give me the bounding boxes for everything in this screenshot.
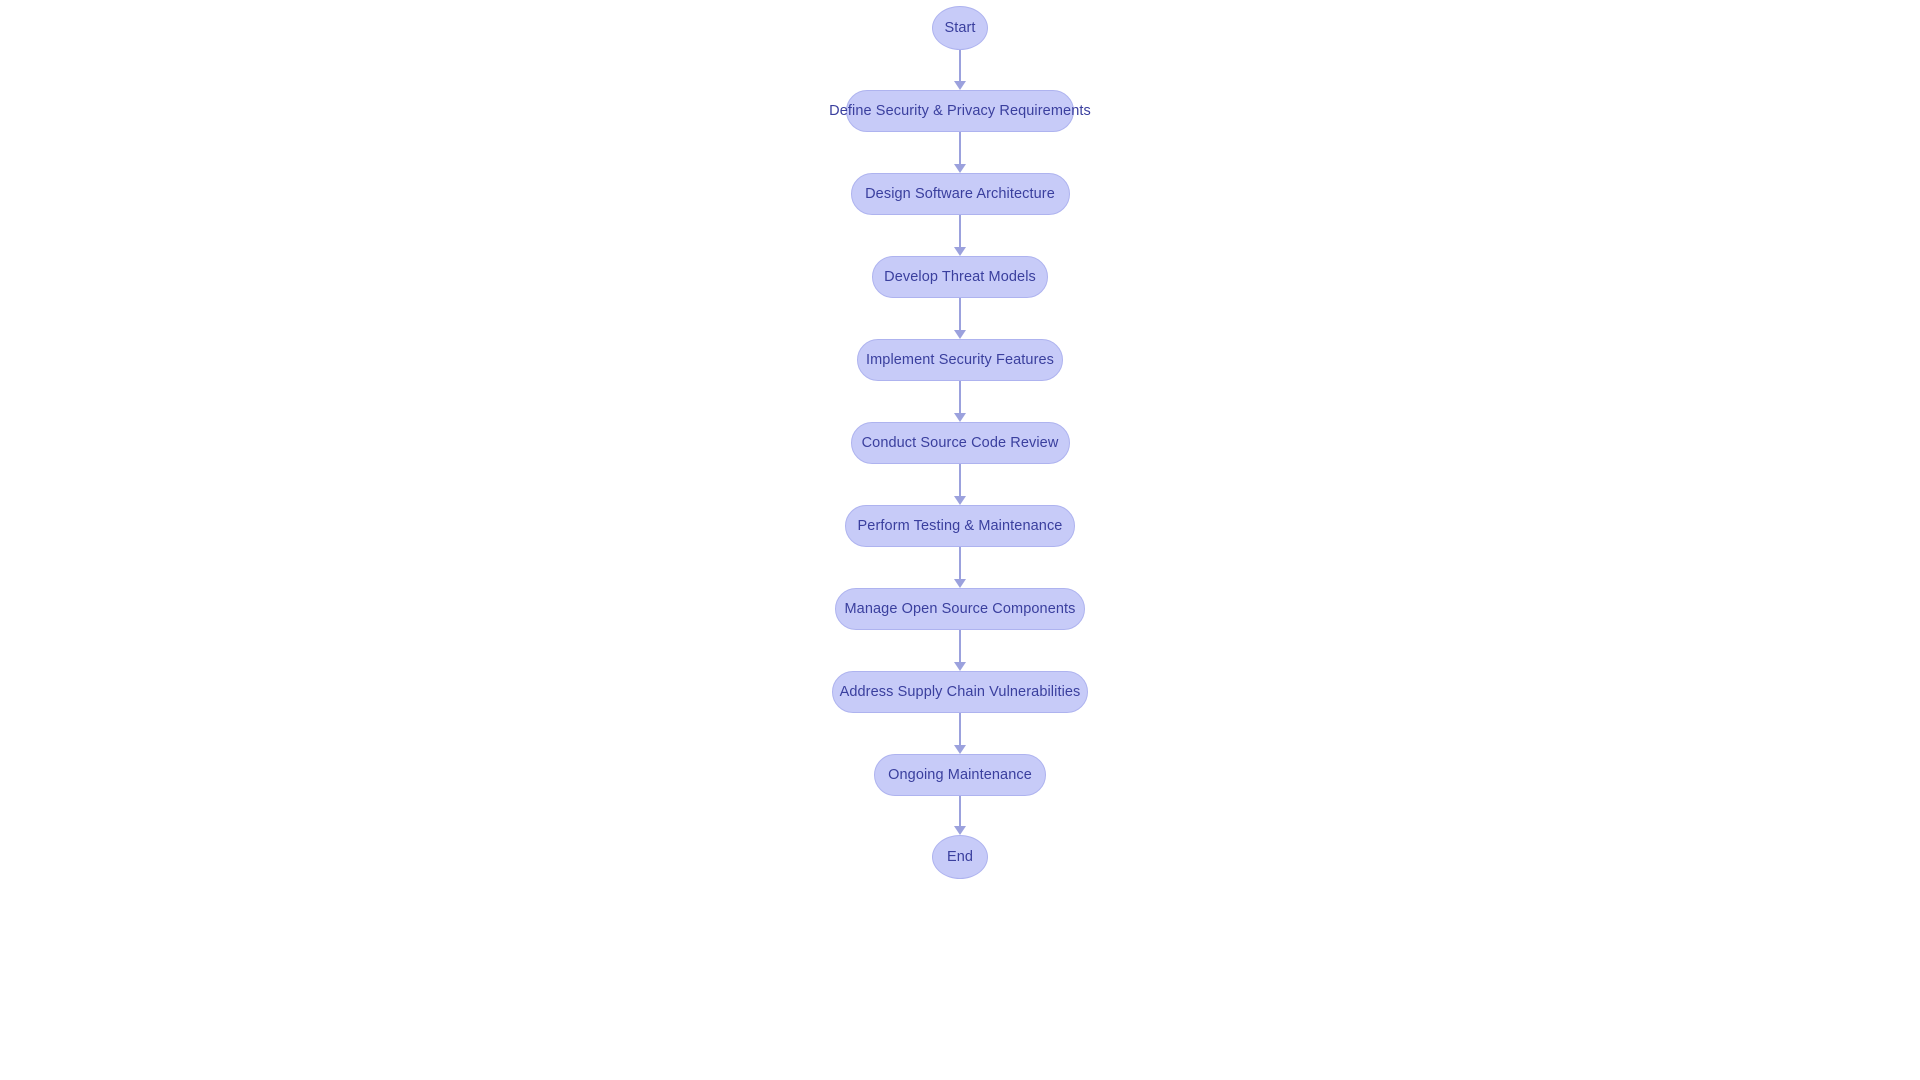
flow-connector-implement-security-features-to-conduct-source-code-review (950, 381, 970, 422)
arrowhead-icon (954, 745, 966, 754)
flow-connector-define-requirements-to-design-architecture (950, 132, 970, 173)
connector-stem (959, 50, 961, 82)
flow-node-address-supply-chain-vulnerabilities[interactable]: Address Supply Chain Vulnerabilities (832, 671, 1088, 713)
connector-stem (959, 796, 961, 827)
flow-node-manage-open-source-components[interactable]: Manage Open Source Components (835, 588, 1085, 630)
arrowhead-icon (954, 579, 966, 588)
flow-node-implement-security-features[interactable]: Implement Security Features (857, 339, 1063, 381)
flow-node-conduct-source-code-review[interactable]: Conduct Source Code Review (850, 422, 1070, 464)
arrowhead-icon (954, 81, 966, 90)
flow-connector-ongoing-maintenance-to-end (950, 796, 970, 835)
flow-node-label: Implement Security Features (865, 351, 1055, 368)
flow-node-label: Perform Testing & Maintenance (857, 517, 1063, 534)
arrowhead-icon (954, 413, 966, 422)
flow-connector-develop-threat-models-to-implement-security-features (950, 298, 970, 339)
connector-stem (959, 132, 961, 165)
connector-stem (959, 630, 961, 663)
flow-connector-conduct-source-code-review-to-perform-testing-maintenance (950, 464, 970, 505)
arrowhead-icon (954, 662, 966, 671)
arrowhead-icon (954, 826, 966, 835)
flow-node-label: Manage Open Source Components (844, 600, 1076, 617)
connector-stem (959, 464, 961, 497)
arrowhead-icon (954, 496, 966, 505)
flow-connector-address-supply-chain-vulnerabilities-to-ongoing-maintenance (950, 713, 970, 754)
arrowhead-icon (954, 164, 966, 173)
flow-connector-perform-testing-maintenance-to-manage-open-source-components (950, 547, 970, 588)
arrowhead-icon (954, 247, 966, 256)
flow-node-start[interactable]: Start (932, 6, 988, 50)
connector-stem (959, 547, 961, 580)
flow-node-label: Design Software Architecture (865, 185, 1055, 202)
flow-connector-design-architecture-to-develop-threat-models (950, 215, 970, 256)
flow-node-define-security-privacy-requirements[interactable]: Define Security & Privacy Requirements (829, 90, 1091, 132)
flow-connector-manage-open-source-components-to-address-supply-chain-vulnerabilities (950, 630, 970, 671)
flow-node-design-software-architecture[interactable]: Design Software Architecture (850, 173, 1070, 215)
flow-node-develop-threat-models[interactable]: Develop Threat Models (872, 256, 1048, 298)
connector-stem (959, 215, 961, 248)
flow-node-label: Develop Threat Models (884, 268, 1036, 285)
arrowhead-icon (954, 330, 966, 339)
flow-node-label: Conduct Source Code Review (861, 434, 1059, 451)
flow-node-label: Ongoing Maintenance (888, 766, 1032, 783)
flow-connector-start-to-define-requirements (950, 50, 970, 90)
flow-node-label: Define Security & Privacy Requirements (829, 102, 1091, 119)
flowchart-node-column: Start Define Security & Privacy Requirem… (0, 0, 1920, 1080)
flow-node-ongoing-maintenance[interactable]: Ongoing Maintenance (874, 754, 1046, 796)
flow-node-label: Address Supply Chain Vulnerabilities (839, 683, 1081, 700)
connector-stem (959, 298, 961, 331)
connector-stem (959, 713, 961, 746)
flowchart-canvas: Start Define Security & Privacy Requirem… (0, 0, 1920, 1080)
flow-node-label: Start (944, 19, 976, 36)
flow-node-label: End (946, 848, 974, 865)
connector-stem (959, 381, 961, 414)
flow-node-end[interactable]: End (932, 835, 988, 879)
flow-node-perform-testing-maintenance[interactable]: Perform Testing & Maintenance (845, 505, 1075, 547)
